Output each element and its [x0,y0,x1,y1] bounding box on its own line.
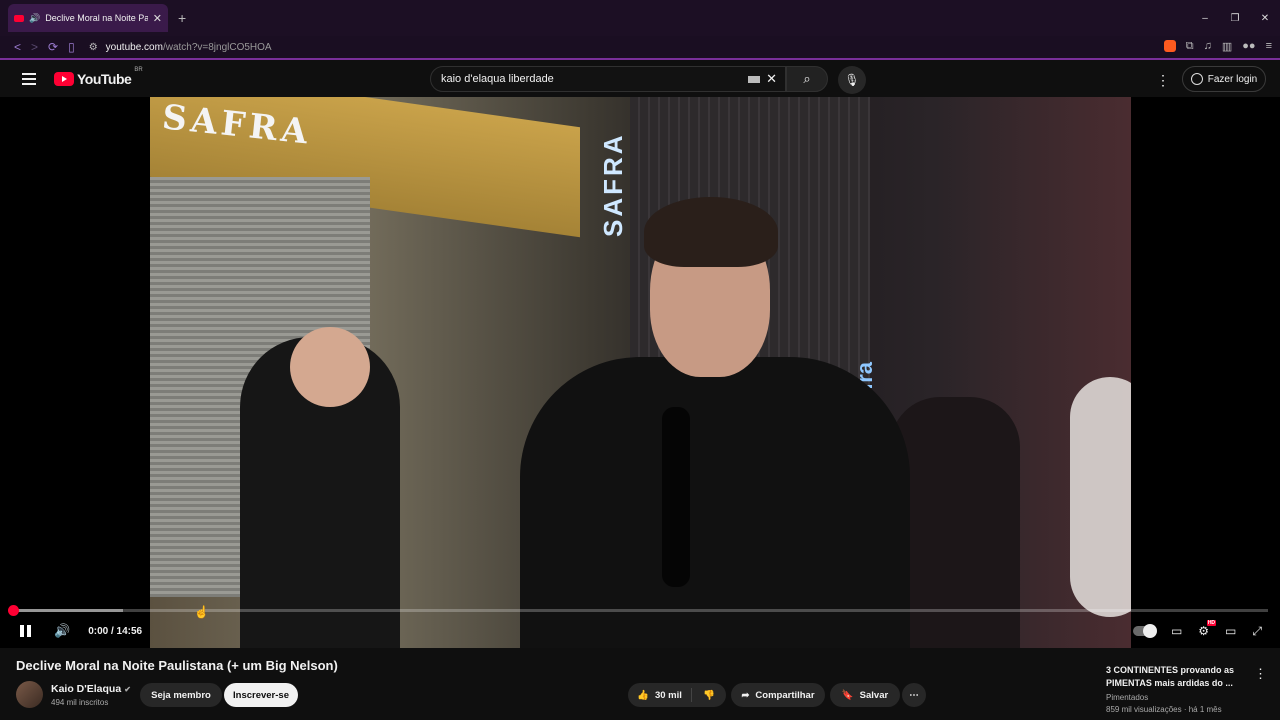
settings-kebab-icon[interactable]: ⋮ [1156,72,1170,89]
video-frame[interactable]: SAFRA SAFRA Safra [150,97,1131,648]
volume-icon[interactable]: 🔊 [54,623,70,639]
login-button[interactable]: Fazer login [1182,66,1266,92]
recommended-meta: 859 mil visualizações · há 1 mês [1106,705,1222,714]
youtube-favicon-icon [14,14,24,22]
extensions-area: ⧉ ♫ ▥ ●● ≡ [1163,40,1272,53]
buffered-bar [12,609,123,612]
share-button[interactable]: ➦ Compartilhar [731,683,825,707]
login-label: Fazer login [1207,73,1258,85]
logo-text: YouTube [77,71,132,87]
search-input[interactable]: kaio d'elaqua liberdade ✕ [430,66,786,92]
back-icon[interactable]: < [14,40,21,54]
pause-button[interactable] [20,625,32,637]
browser-tab-bar: 🔊 Declive Moral na Noite Paulis ✕ + – ❐ … [0,0,1280,36]
like-count: 30 mil [654,689,682,701]
like-button[interactable]: 👍 30 mil [628,688,692,702]
handheld-microphone [662,407,690,587]
address-bar: < > ⟳ ▯ ⚙ youtube.com/watch?v=8jnglCO5HO… [0,36,1280,60]
channel-avatar[interactable] [16,681,43,708]
save-button[interactable]: 🔖 Salvar [830,683,900,707]
thumbs-down-icon: 👎 [703,689,715,701]
background-person-head [290,327,370,407]
sidebar-icon[interactable]: ▥ [1222,40,1232,53]
site-settings-icon[interactable]: ⚙ [89,42,98,53]
media-icon[interactable]: ♫ [1204,40,1212,53]
subscribe-button[interactable]: Inscrever-se [224,683,298,707]
forward-icon[interactable]: > [31,40,38,54]
presenter-hair [644,197,778,267]
share-label: Compartilhar [755,689,815,701]
search-icon: ⌕ [803,71,811,86]
channel-name[interactable]: Kaio D'Elaqua ✔ [51,683,131,695]
youtube-play-icon [54,72,74,86]
menu-icon[interactable]: ≡ [1266,40,1272,53]
youtube-header: YouTube BR kaio d'elaqua liberdade ✕ ⌕ 🎙… [0,62,1280,96]
url-domain: youtube.com [105,41,163,53]
hamburger-menu-icon[interactable] [22,73,36,85]
keyboard-icon[interactable] [748,75,761,83]
channel-name-text: Kaio D'Elaqua [51,683,122,695]
brave-shield-icon[interactable] [1163,40,1176,52]
scrubber-handle[interactable] [8,605,19,616]
like-dislike-group: 👍 30 mil 👎 [628,683,726,707]
fullscreen-icon[interactable]: ⤢ [1252,624,1262,639]
reload-icon[interactable]: ⟳ [48,40,58,54]
voice-search-button[interactable]: 🎙 [838,66,866,94]
video-title: Declive Moral na Noite Paulistana (+ um … [16,658,338,673]
bookmark-icon[interactable]: ▯ [68,40,75,54]
dislike-button[interactable]: 👎 [692,690,726,701]
search-query: kaio d'elaqua liberdade [441,73,554,85]
video-player[interactable]: SAFRA SAFRA Safra 🔊 0:00 / 14:56 ▭ ⚙HD ▭… [0,97,1280,648]
restore-icon[interactable]: ❐ [1220,0,1250,36]
close-tab-icon[interactable]: ✕ [153,12,162,25]
angel-wings-costume [1070,377,1131,617]
url-field[interactable]: ⚙ youtube.com/watch?v=8jnglCO5HOA [89,42,272,53]
share-icon: ➦ [741,689,750,701]
microphone-icon: 🎙 [844,73,860,87]
clear-search-icon[interactable]: ✕ [766,71,777,87]
recommended-menu-icon[interactable]: ⋮ [1254,666,1267,682]
account-icon [1190,73,1203,85]
player-controls: 🔊 0:00 / 14:56 ▭ ⚙ HD ▭ ⤢ [0,618,1280,644]
close-window-icon[interactable]: ✕ [1250,0,1280,36]
recommended-channel: Pimentados [1106,693,1149,702]
speaker-icon[interactable]: 🔊 [29,13,40,24]
time-display: 0:00 / 14:56 [88,625,143,637]
autoplay-toggle[interactable] [1132,624,1157,638]
minimize-icon[interactable]: – [1190,0,1220,36]
recommended-title: 3 CONTINENTES provando as PIMENTAS mais … [1106,665,1235,688]
verified-badge-icon: ✔ [124,685,131,694]
url-path: /watch?v=8jnglCO5HOA [162,41,272,53]
thumbs-up-icon: 👍 [637,689,649,701]
youtube-logo[interactable]: YouTube BR [54,67,143,87]
browser-tab[interactable]: 🔊 Declive Moral na Noite Paulis ✕ [8,4,168,32]
logo-country: BR [134,67,143,73]
extension-icon[interactable]: ⧉ [1186,40,1194,53]
recommended-video[interactable]: 3 CONTINENTES provando as PIMENTAS mais … [1106,664,1236,714]
search-button[interactable]: ⌕ [786,66,828,92]
subscriber-count: 494 mil inscritos [51,698,109,707]
more-actions-button[interactable]: ⋯ [902,683,926,707]
join-membership-button[interactable]: Seja membro [140,683,222,707]
new-tab-button[interactable]: + [178,10,186,26]
theater-mode-icon[interactable]: ▭ [1225,624,1236,638]
subtitles-icon[interactable]: ▭ [1171,624,1182,638]
mouse-cursor-icon: ☝ [194,605,209,619]
vertical-safra-sign: SAFRA [598,132,628,237]
save-label: Salvar [859,689,889,701]
window-controls: – ❐ ✕ [1190,0,1280,36]
presenter-jacket [520,357,910,648]
bookmark-save-icon: 🔖 [841,689,854,701]
wallet-icon[interactable]: ●● [1242,40,1255,53]
tab-title: Declive Moral na Noite Paulis [45,13,148,23]
settings-gear-icon[interactable]: ⚙ HD [1198,620,1217,638]
